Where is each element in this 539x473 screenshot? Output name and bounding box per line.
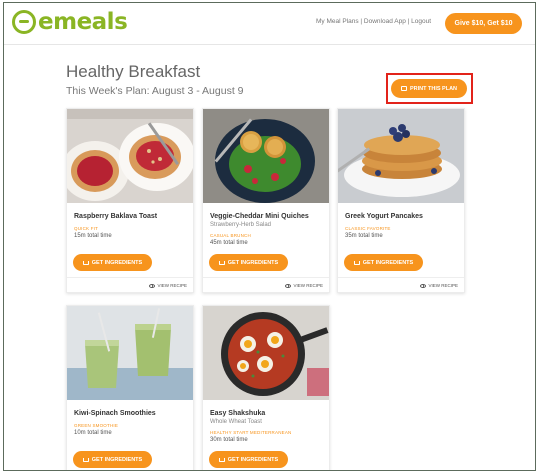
recipe-name[interactable]: Kiwi-Spinach Smoothies (74, 410, 156, 417)
cart-icon (353, 260, 360, 265)
recipe-name[interactable]: Veggie-Cheddar Mini Quiches (210, 213, 309, 220)
get-ingredients-label: GET INGREDIENTS (227, 259, 279, 266)
recipe-tag: CLASSIC FAVORITE (345, 226, 391, 231)
recipe-card: Veggie-Cheddar Mini Quiches Strawberry-H… (202, 108, 330, 293)
recipe-card: Easy Shakshuka Whole Wheat Toast HEALTHY… (202, 305, 330, 470)
get-ingredients-label: GET INGREDIENTS (91, 456, 143, 463)
recipe-time: 35m total time (345, 233, 383, 239)
recipe-time: 30m total time (210, 437, 248, 443)
give-get-button[interactable]: Give $10, Get $10 (445, 13, 522, 34)
header: emeals My Meal Plans | Download App | Lo… (4, 3, 535, 45)
cart-icon (218, 260, 225, 265)
recipe-card: Kiwi-Spinach Smoothies GREEN SMOOTHIE 10… (66, 305, 194, 470)
recipe-side: Strawberry-Herb Salad (210, 222, 272, 228)
card-divider (67, 277, 193, 278)
get-ingredients-label: GET INGREDIENTS (362, 259, 414, 266)
recipe-side: Whole Wheat Toast (210, 419, 262, 425)
recipe-tag: QUICK FIT (74, 226, 99, 231)
logo-icon (12, 10, 36, 34)
get-ingredients-label: GET INGREDIENTS (227, 456, 279, 463)
view-recipe-link[interactable]: VIEW RECIPE (149, 283, 187, 288)
top-nav-links[interactable]: My Meal Plans | Download App | Logout (316, 18, 431, 25)
recipe-tag: HEALTHY START MEDITERRANEAN (210, 430, 292, 435)
week-plan-subtitle: This Week's Plan: August 3 - August 9 (66, 85, 244, 97)
get-ingredients-label: GET INGREDIENTS (91, 259, 143, 266)
logo-text: emeals (38, 9, 128, 35)
cart-icon (218, 457, 225, 462)
get-ingredients-button[interactable]: GET INGREDIENTS (73, 451, 152, 468)
recipe-photo[interactable] (67, 306, 193, 400)
emeals-logo[interactable]: emeals (12, 9, 128, 35)
recipe-time: 15m total time (74, 233, 112, 239)
card-divider (338, 277, 464, 278)
eye-icon (285, 283, 292, 288)
recipe-time: 45m total time (210, 240, 248, 246)
recipe-name[interactable]: Greek Yogurt Pancakes (345, 213, 423, 220)
eye-icon (420, 283, 427, 288)
recipe-name[interactable]: Raspberry Baklava Toast (74, 213, 157, 220)
recipe-tag: CASUAL BRUNCH (210, 233, 251, 238)
card-divider (203, 277, 329, 278)
view-recipe-label: VIEW RECIPE (157, 283, 187, 288)
get-ingredients-button[interactable]: GET INGREDIENTS (209, 451, 288, 468)
cart-icon (82, 457, 89, 462)
view-recipe-link[interactable]: VIEW RECIPE (285, 283, 323, 288)
view-recipe-link[interactable]: VIEW RECIPE (420, 283, 458, 288)
eye-icon (149, 283, 156, 288)
recipe-tag: GREEN SMOOTHIE (74, 423, 119, 428)
recipe-time: 10m total time (74, 430, 112, 436)
view-recipe-label: VIEW RECIPE (428, 283, 458, 288)
print-plan-label: PRINT THIS PLAN (409, 85, 458, 92)
recipe-card: Raspberry Baklava Toast QUICK FIT 15m to… (66, 108, 194, 293)
cart-icon (82, 260, 89, 265)
recipe-photo[interactable] (203, 306, 329, 400)
printer-icon (400, 86, 407, 91)
recipe-photo[interactable] (203, 109, 329, 203)
print-plan-button[interactable]: PRINT THIS PLAN (391, 79, 467, 98)
get-ingredients-button[interactable]: GET INGREDIENTS (209, 254, 288, 271)
nav-links[interactable]: My Meal Plans | Download App | Logout (316, 18, 431, 25)
recipe-name[interactable]: Easy Shakshuka (210, 410, 265, 417)
get-ingredients-button[interactable]: GET INGREDIENTS (73, 254, 152, 271)
recipe-photo[interactable] (338, 109, 464, 203)
get-ingredients-button[interactable]: GET INGREDIENTS (344, 254, 423, 271)
recipe-photo[interactable] (67, 109, 193, 203)
recipe-card: Greek Yogurt Pancakes CLASSIC FAVORITE 3… (337, 108, 465, 293)
app-window: emeals My Meal Plans | Download App | Lo… (3, 2, 536, 471)
page-title: Healthy Breakfast (66, 62, 201, 81)
view-recipe-label: VIEW RECIPE (293, 283, 323, 288)
